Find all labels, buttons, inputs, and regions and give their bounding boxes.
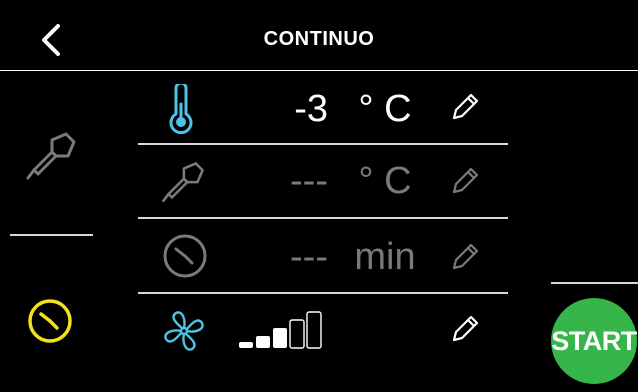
row-probe-icon xyxy=(158,160,208,206)
edit-fan-button[interactable] xyxy=(448,312,482,346)
probe-icon xyxy=(162,162,204,203)
probe-icon xyxy=(26,132,76,180)
clock-icon xyxy=(28,299,72,343)
sidebar-divider xyxy=(10,234,93,236)
fan-speed-bar xyxy=(239,342,253,348)
sidebar-item-timer[interactable] xyxy=(27,298,73,344)
right-divider xyxy=(551,282,638,284)
fan-speed-indicator[interactable] xyxy=(238,306,328,350)
pencil-icon xyxy=(452,243,479,270)
temp-value[interactable]: -3 xyxy=(250,88,328,131)
row-time-icon xyxy=(162,233,208,279)
fan-speed-bar xyxy=(256,336,270,348)
time-value[interactable]: --- xyxy=(262,236,328,279)
thermometer-icon xyxy=(169,84,193,134)
row-temp-icon xyxy=(160,84,200,134)
row-fan-icon xyxy=(162,309,206,353)
fan-speed-bar xyxy=(273,328,287,348)
edit-probe-button[interactable] xyxy=(448,164,482,198)
temp-unit: ° C xyxy=(358,88,412,130)
page-title: CONTINUO xyxy=(263,28,375,50)
clock-icon xyxy=(163,234,207,278)
fan-speed-bars xyxy=(239,311,322,349)
fan-icon xyxy=(164,311,204,351)
time-unit: min xyxy=(354,236,416,278)
sidebar-item-probe[interactable] xyxy=(22,130,80,184)
pencil-icon xyxy=(452,93,479,120)
pencil-icon xyxy=(452,315,479,342)
fan-speed-bar xyxy=(306,311,322,349)
fan-speed-bar xyxy=(289,319,305,349)
probe-unit: ° C xyxy=(358,160,412,202)
row-divider xyxy=(138,217,508,219)
row-divider xyxy=(138,292,508,294)
row-divider xyxy=(138,143,508,145)
edit-time-button[interactable] xyxy=(448,240,482,274)
edit-temp-button[interactable] xyxy=(448,90,482,124)
pencil-icon xyxy=(452,167,479,194)
start-button[interactable]: START xyxy=(551,298,637,384)
probe-value[interactable]: --- xyxy=(262,160,328,203)
